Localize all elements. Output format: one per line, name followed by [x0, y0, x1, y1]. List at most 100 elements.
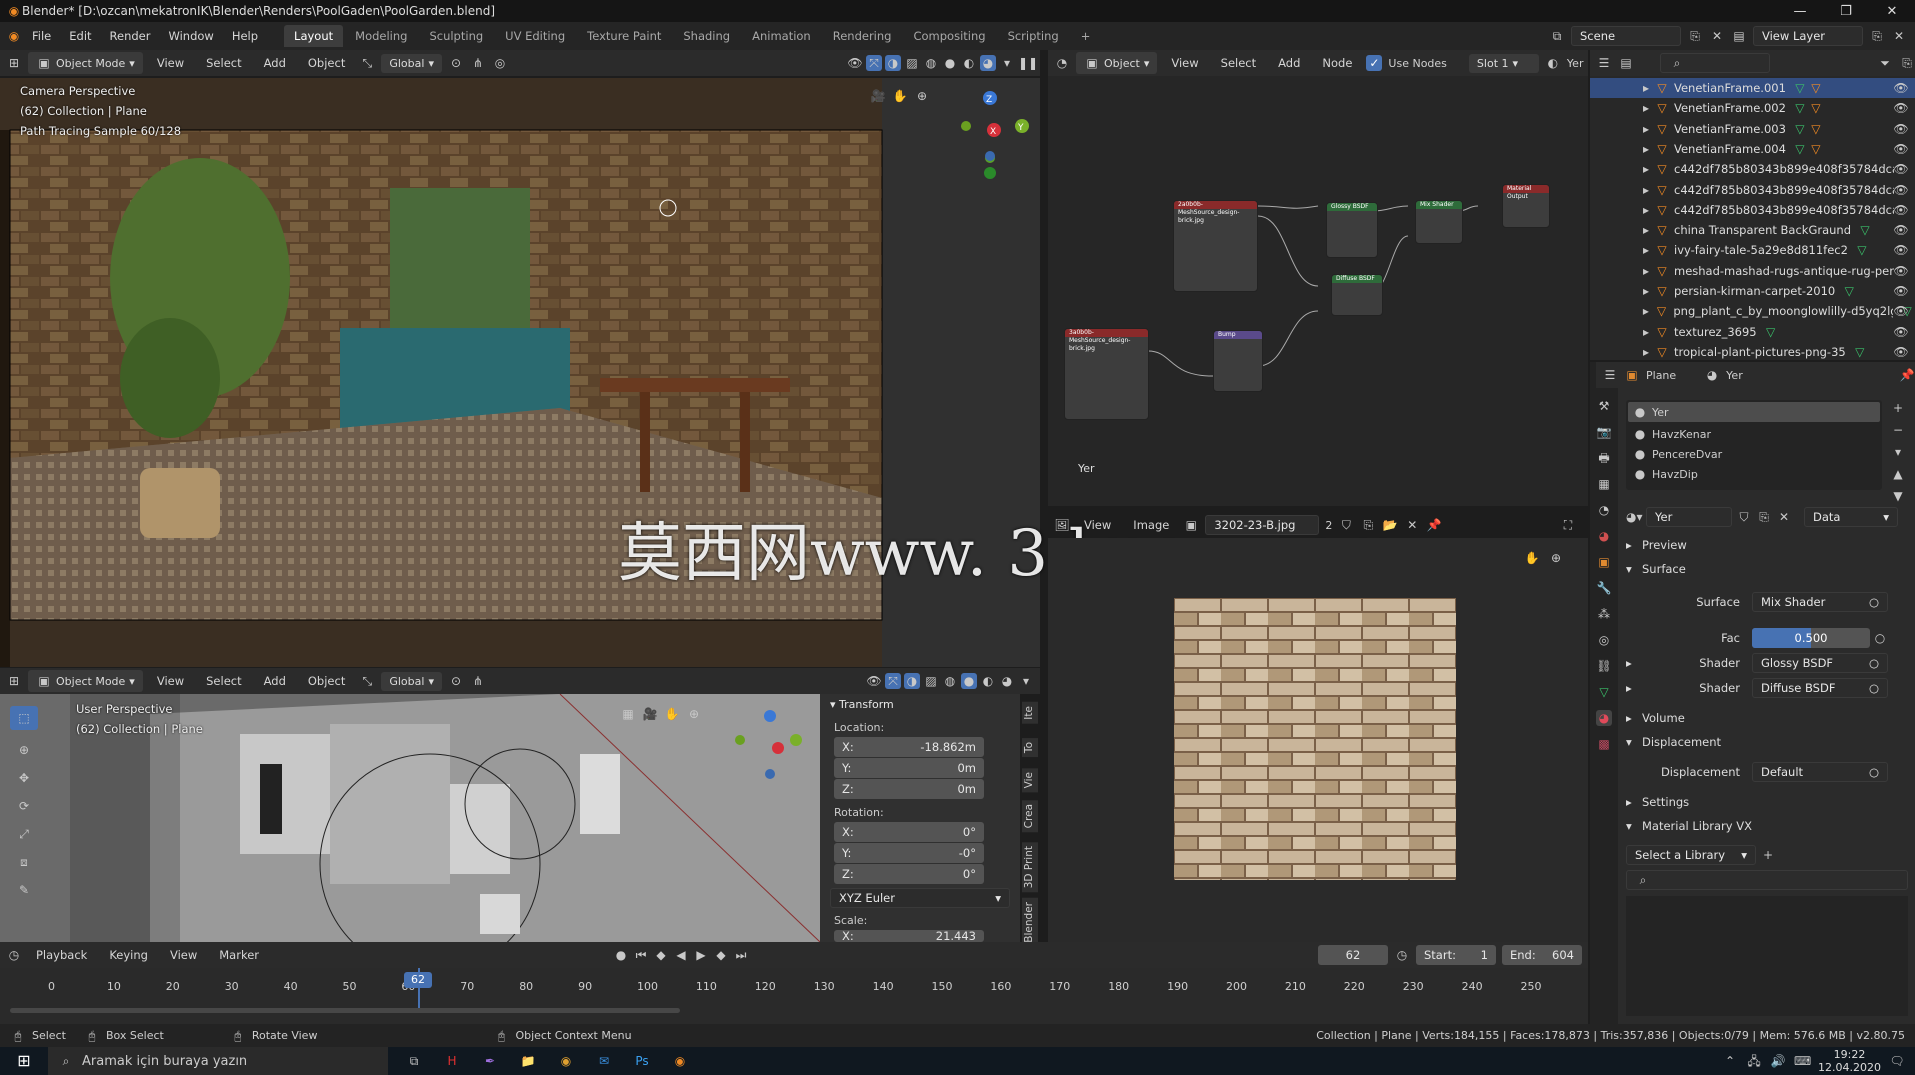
rendered-shading-icon[interactable]: ◕	[980, 55, 996, 71]
pin-image-icon[interactable]: 📌	[1426, 517, 1442, 533]
expand-arrow-icon[interactable]: ▸	[1638, 100, 1654, 116]
file-explorer-icon[interactable]: 📁	[520, 1053, 536, 1069]
unlink-image-icon[interactable]: ✕	[1404, 517, 1420, 533]
new-scene-icon[interactable]: ⎘	[1687, 28, 1703, 44]
expand-arrow-icon[interactable]: ▸	[1638, 161, 1654, 177]
pan-icon[interactable]: ✋	[892, 88, 908, 104]
tab-uv-editing[interactable]: UV Editing	[495, 25, 575, 47]
wireframe-shading-icon[interactable]: ◍	[923, 55, 939, 71]
outliner-search[interactable]: ⌕	[1660, 53, 1770, 73]
node-material-output[interactable]: Material Output	[1502, 184, 1550, 228]
outliner-item[interactable]: ▸ ▽ VenetianFrame.002 ▽ ▽ 👁	[1590, 98, 1915, 118]
outliner-item[interactable]: ▸ ▽ china Transparent BackGraund ▽ 👁	[1590, 220, 1915, 240]
proportional-icon[interactable]: ◎	[492, 55, 508, 71]
render-tab-icon[interactable]: 📷	[1596, 424, 1612, 440]
material-slot-3[interactable]: ● HavzDip	[1628, 464, 1880, 484]
open-image-icon[interactable]: 📂	[1382, 517, 1398, 533]
node-menu-add[interactable]: Add	[1270, 53, 1308, 73]
visibility-eye-icon[interactable]: 👁	[1893, 182, 1909, 198]
visibility-eye-icon[interactable]: 👁	[1893, 303, 1909, 319]
use-nodes-checkbox[interactable]: ✓	[1366, 55, 1383, 71]
sidebar-tab-view[interactable]: Vie	[1022, 768, 1038, 793]
timeline-type-icon[interactable]: ◷	[6, 947, 22, 963]
section-settings[interactable]: ▸ Settings	[1626, 795, 1689, 809]
fake-user-icon[interactable]: ⛉	[1338, 517, 1354, 533]
outliner-item[interactable]: ▸ ▽ VenetianFrame.003 ▽ ▽ 👁	[1590, 119, 1915, 139]
expand-arrow-icon[interactable]: ▸	[1638, 202, 1654, 218]
volume-icon[interactable]: 🔊	[1770, 1053, 1786, 1069]
rotation-x-field[interactable]: X: 0°	[834, 822, 984, 842]
visibility-eye-icon[interactable]: 👁	[1893, 80, 1909, 96]
add-library-icon[interactable]: +	[1760, 847, 1776, 863]
snap-icon[interactable]: ⋔	[470, 55, 486, 71]
timeline-menu-keying[interactable]: Keying	[101, 945, 156, 965]
outliner-item[interactable]: ▸▽ meshad-mashad-rugs-antique-rug-persian…	[1590, 261, 1915, 281]
constraints-tab-icon[interactable]: ⛓	[1596, 658, 1612, 674]
sidebar-tab-create[interactable]: Crea	[1022, 800, 1038, 833]
rotation-mode-selector[interactable]: XYZ Euler ▾	[830, 888, 1010, 908]
tab-texture-paint[interactable]: Texture Paint	[577, 25, 671, 47]
library-selector[interactable]: Select a Library ▾	[1626, 845, 1756, 865]
visibility-eye-icon[interactable]: 👁	[1893, 324, 1909, 340]
node-menu-view[interactable]: View	[1163, 53, 1206, 73]
expand-arrow-icon[interactable]: ▸	[1638, 303, 1654, 319]
jump-end-icon[interactable]: ⏭	[733, 947, 749, 963]
vp2-menu-add[interactable]: Add	[256, 671, 294, 691]
axis-gizmo[interactable]: Z Y X	[950, 86, 1030, 166]
fac-link-icon[interactable]: ○	[1872, 630, 1888, 646]
node-mix-shader[interactable]: Mix Shader	[1415, 200, 1463, 244]
clock[interactable]: 19:22 12.04.2020	[1818, 1048, 1881, 1074]
rotation-z-field[interactable]: Z: 0°	[834, 864, 984, 884]
shader1-expand-icon[interactable]: ▸	[1626, 656, 1642, 670]
timeline-menu-view[interactable]: View	[162, 945, 205, 965]
rotation-y-field[interactable]: Y: -0°	[834, 843, 984, 863]
visibility-eye-icon[interactable]: 👁	[1893, 344, 1909, 360]
pivot-icon[interactable]: ⊙	[448, 55, 464, 71]
remove-slot-icon[interactable]: −	[1890, 422, 1906, 438]
shading-options-icon[interactable]: ▾	[1018, 673, 1034, 689]
photoshop-icon[interactable]: Ps	[634, 1053, 650, 1069]
mode-selector-bottom[interactable]: ▣ Object Mode ▾	[28, 670, 143, 692]
location-y-field[interactable]: Y: 0m	[834, 758, 984, 778]
data-tab-icon[interactable]: ▽	[1596, 684, 1612, 700]
texture-tab-icon[interactable]: ▩	[1596, 736, 1612, 752]
outliner-item[interactable]: ▸ ▽ tropical-plant-pictures-png-35 ▽ 👁	[1590, 342, 1915, 362]
outliner-item[interactable]: ▸ ▽ VenetianFrame.001 ▽ ▽ 👁	[1590, 78, 1915, 98]
vp2-menu-view[interactable]: View	[149, 671, 192, 691]
outliner-type-icon[interactable]: ☰	[1596, 55, 1612, 71]
node-image-texture-2[interactable]: 3a0b0b-MeshSource_design-brick.jpg	[1064, 328, 1149, 420]
visibility-eye-icon[interactable]: 👁	[1893, 222, 1909, 238]
snap-icon[interactable]: ⋔	[470, 673, 486, 689]
slot-menu-icon[interactable]: ▾	[1890, 444, 1906, 460]
move-slot-down-icon[interactable]: ▼	[1890, 488, 1906, 504]
current-frame-field[interactable]: 62	[1318, 945, 1388, 965]
section-preview[interactable]: ▸ Preview	[1626, 538, 1687, 552]
pause-render-icon[interactable]: ❚❚	[1018, 55, 1038, 71]
wireframe-shading-icon[interactable]: ◍	[942, 673, 958, 689]
visibility-eye-icon[interactable]: 👁	[1893, 202, 1909, 218]
display-mode-icon[interactable]: ▤	[1618, 55, 1634, 71]
select-tool-icon[interactable]: ⬚	[10, 706, 38, 730]
filter-icon[interactable]: ⏷	[1877, 55, 1893, 71]
playhead-label[interactable]: 62	[404, 972, 432, 988]
transform-tool-icon[interactable]: ⧈	[16, 854, 32, 870]
material-slot-0[interactable]: ● Yer	[1628, 402, 1880, 422]
language-icon[interactable]: ⌨	[1794, 1053, 1811, 1069]
scale-tool-icon[interactable]: ⤢	[16, 826, 32, 842]
mode-selector[interactable]: ▣ Object Mode ▾	[28, 52, 143, 74]
outliner-item[interactable]: ▸ ▽ png_plant_c_by_moonglowlilly-d5yq2lg ▽ 👁	[1590, 301, 1915, 321]
network-icon[interactable]: 🖧	[1746, 1053, 1762, 1069]
section-displacement[interactable]: ▾ Displacement	[1626, 735, 1721, 749]
outliner-item[interactable]: ▸ ▽ texturez_3695 ▽ 👁	[1590, 322, 1915, 342]
blender-taskbar-icon[interactable]: ◉	[672, 1053, 688, 1069]
node-bump[interactable]: Bump	[1213, 330, 1263, 392]
start-frame-field[interactable]: Start: 1	[1416, 945, 1496, 965]
location-x-field[interactable]: X: -18.862m	[834, 737, 984, 757]
app-h-icon[interactable]: H	[444, 1053, 460, 1069]
move-slot-up-icon[interactable]: ▲	[1890, 466, 1906, 482]
tab-rendering[interactable]: Rendering	[823, 25, 902, 47]
overlay-icon[interactable]: ◑	[904, 673, 920, 689]
scene-tab-icon[interactable]: ◔	[1596, 502, 1612, 518]
cursor-tool-icon[interactable]: ⊕	[16, 742, 32, 758]
node-image-texture-1[interactable]: 2a0b0b-MeshSource_design-brick.jpg	[1173, 200, 1258, 292]
